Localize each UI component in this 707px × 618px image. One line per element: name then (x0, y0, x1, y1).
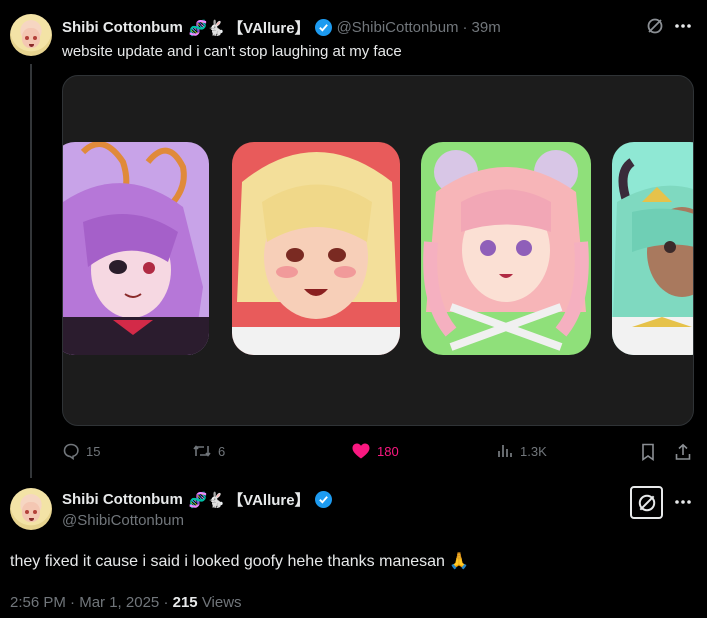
meta-separator: · (163, 594, 169, 611)
reply-avatar[interactable] (10, 488, 52, 530)
tweet-actions: 15 6 180 1.3K (62, 440, 694, 464)
avatar-image-pink (421, 142, 591, 355)
time-ago[interactable]: 39m (472, 19, 501, 36)
meta-separator: · (70, 594, 76, 611)
reply-header: Shibi Cottonbum 🧬🐇 【VAllure】 (62, 489, 332, 510)
views-icon (498, 445, 512, 457)
like-button[interactable]: 180 (351, 442, 399, 460)
repost-button[interactable]: 6 (192, 442, 225, 460)
reply-count: 15 (86, 443, 101, 459)
author-name[interactable]: Shibi Cottonbum (62, 19, 183, 36)
like-count: 180 (377, 443, 399, 459)
like-icon (352, 443, 370, 459)
tweet-media[interactable] (62, 75, 694, 426)
reply-date[interactable]: Mar 1, 2025 (79, 594, 159, 611)
reply-time[interactable]: 2:56 PM (10, 594, 66, 611)
avatar-image-blonde (232, 142, 400, 355)
reply-author-tag: 【VAllure】 (228, 492, 310, 509)
author-tag: 【VAllure】 (228, 20, 310, 37)
verified-icon[interactable] (314, 491, 332, 508)
separator: · (462, 19, 468, 36)
grok-icon[interactable] (645, 16, 665, 36)
reply-views-count: 215 (172, 594, 198, 611)
avatar[interactable] (10, 14, 52, 56)
thread-line (30, 64, 32, 478)
views-button[interactable]: 1.3K (496, 442, 547, 460)
repost-count: 6 (218, 443, 226, 459)
more-icon[interactable] (672, 16, 694, 36)
share-icon[interactable] (673, 442, 693, 462)
reply-author-handle[interactable]: @ShibiCottonbum (62, 512, 184, 529)
reply-icon (63, 443, 79, 460)
verified-icon[interactable] (314, 19, 332, 36)
reply-views-label: Views (201, 594, 242, 611)
grok-icon[interactable] (630, 486, 663, 519)
author-emoji: 🧬🐇 (188, 19, 225, 37)
bookmark-icon[interactable] (639, 442, 657, 462)
more-icon[interactable] (672, 492, 694, 512)
avatar-image-purple (63, 142, 209, 355)
views-count: 1.3K (520, 443, 547, 459)
reply-text: they fixed it cause i said i looked goof… (10, 553, 470, 570)
author-handle[interactable]: @ShibiCottonbum (337, 19, 459, 36)
tweet-header: Shibi Cottonbum 🧬🐇 【VAllure】 @ShibiCotto… (62, 17, 501, 38)
tweet-text: website update and i can't stop laughing… (62, 43, 402, 60)
reply-author-emoji: 🧬🐇 (188, 491, 225, 509)
avatar-image-green (612, 142, 693, 355)
repost-icon (193, 445, 211, 457)
reply-meta: 2:56 PM · Mar 1, 2025 · 215 Views (10, 594, 242, 611)
reply-button[interactable]: 15 (62, 442, 100, 460)
reply-author-name[interactable]: Shibi Cottonbum (62, 491, 183, 508)
